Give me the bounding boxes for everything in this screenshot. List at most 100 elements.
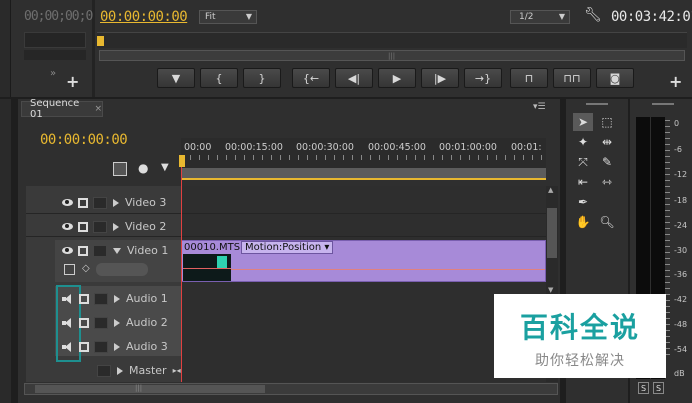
keyframe-line bbox=[231, 269, 545, 270]
hscroll-thumb[interactable] bbox=[35, 385, 265, 393]
speaker-icon[interactable] bbox=[62, 341, 74, 352]
lock-toggle[interactable] bbox=[93, 196, 107, 209]
lift-button[interactable]: ⊓ bbox=[510, 68, 548, 88]
playhead-marker[interactable] bbox=[179, 155, 185, 167]
keyframe-nav-icon[interactable]: ◇ bbox=[82, 263, 90, 274]
track-audio-3[interactable]: Audio 3 bbox=[62, 340, 187, 353]
keyframe-nav-control[interactable] bbox=[96, 263, 148, 276]
track-audio-1[interactable]: Audio 1 bbox=[62, 292, 187, 305]
vu-scale-label: -48 bbox=[674, 320, 688, 329]
tools-grip bbox=[586, 103, 608, 105]
track-video-3[interactable]: Video 3 bbox=[62, 196, 187, 209]
track-select-tool-icon[interactable]: ⬚ bbox=[597, 113, 617, 131]
solo-right-button[interactable]: S bbox=[653, 382, 664, 394]
work-area-bar[interactable] bbox=[181, 168, 546, 180]
add-marker-button[interactable]: ▼ bbox=[157, 68, 195, 88]
lock-toggle[interactable] bbox=[97, 364, 111, 377]
marker-bulb-icon[interactable]: ● bbox=[138, 161, 148, 175]
watermark-subtitle: 助你轻松解决 bbox=[535, 353, 625, 369]
timeline-hscroll[interactable]: ||| bbox=[24, 383, 558, 395]
filmstrip-icon[interactable] bbox=[79, 293, 89, 304]
slide-tool-icon[interactable]: ⇿ bbox=[597, 173, 617, 191]
chevron-right-icon[interactable] bbox=[113, 198, 119, 207]
filmstrip-icon[interactable] bbox=[79, 317, 89, 328]
filmstrip-icon[interactable] bbox=[78, 245, 88, 256]
ruler-label: 00:00:30:00 bbox=[296, 142, 354, 153]
timeline-ruler[interactable]: 00:00 00:00:15:00 00:00:30:00 00:00:45:0… bbox=[181, 138, 546, 180]
video-clip[interactable]: 00010.MTS Motion:Position ▾ bbox=[181, 240, 546, 282]
export-frame-button[interactable]: ◙ bbox=[596, 68, 634, 88]
lock-toggle[interactable] bbox=[94, 292, 108, 305]
track-audio-2[interactable]: Audio 2 bbox=[62, 316, 187, 329]
mark-out-button[interactable]: } bbox=[243, 68, 281, 88]
track-video-2[interactable]: Video 2 bbox=[62, 220, 187, 233]
snap-icon[interactable] bbox=[113, 162, 127, 176]
extract-button[interactable]: ⊓⊓ bbox=[553, 68, 591, 88]
solo-left-button[interactable]: S bbox=[638, 382, 649, 394]
rate-stretch-tool-icon[interactable]: ⤧ bbox=[573, 153, 593, 171]
add-button-icon[interactable]: + bbox=[66, 72, 79, 91]
left-scroll[interactable] bbox=[0, 0, 11, 97]
clip-effect-dropdown[interactable]: Motion:Position ▾ bbox=[241, 241, 334, 254]
wrench-icon[interactable]: 🔧︎ bbox=[584, 7, 602, 23]
eye-icon[interactable] bbox=[62, 199, 73, 206]
left-scroll-lower[interactable] bbox=[0, 99, 11, 403]
slip-tool-icon[interactable]: ⇤ bbox=[573, 173, 593, 191]
program-playhead-marker[interactable] bbox=[97, 36, 104, 46]
chevron-right-icon[interactable] bbox=[114, 294, 120, 303]
vu-scale-label: -30 bbox=[674, 246, 688, 255]
filmstrip-icon[interactable] bbox=[78, 221, 88, 232]
program-timecode[interactable]: 00:00:00:00 bbox=[100, 9, 188, 25]
lock-toggle[interactable] bbox=[94, 340, 108, 353]
source-timecode[interactable]: 00;00;00;0 bbox=[24, 9, 93, 24]
chevron-right-icon[interactable] bbox=[114, 318, 120, 327]
scroll-down-icon[interactable]: ▼ bbox=[548, 286, 553, 294]
resolution-dropdown[interactable]: 1/2 ▼ bbox=[510, 10, 570, 24]
play-button[interactable]: ▶ bbox=[378, 68, 416, 88]
source-timebar[interactable] bbox=[24, 32, 86, 48]
ruler-label: 00:00:45:00 bbox=[368, 142, 426, 153]
pen-tool-icon[interactable]: ✒ bbox=[573, 193, 593, 211]
filmstrip-icon[interactable] bbox=[79, 341, 89, 352]
selection-tool-icon[interactable]: ➤ bbox=[573, 113, 593, 131]
ripple-edit-tool-icon[interactable]: ✦ bbox=[573, 133, 593, 151]
chevron-right-icon[interactable]: » bbox=[50, 68, 56, 79]
eye-icon[interactable] bbox=[62, 247, 73, 254]
hand-tool-icon[interactable]: ✋ bbox=[573, 213, 593, 231]
lock-toggle[interactable] bbox=[93, 244, 107, 257]
close-icon[interactable]: × bbox=[94, 104, 102, 114]
camera-icon: ◙ bbox=[609, 71, 621, 85]
razor-tool-icon[interactable]: ✎ bbox=[597, 153, 617, 171]
track-video-1[interactable]: Video 1 bbox=[62, 244, 187, 257]
program-time-ruler[interactable] bbox=[97, 32, 687, 48]
go-to-in-button[interactable]: {← bbox=[292, 68, 330, 88]
step-forward-button[interactable]: |▶ bbox=[421, 68, 459, 88]
rolling-edit-tool-icon[interactable]: ⇹ bbox=[597, 133, 617, 151]
chevron-right-icon[interactable] bbox=[113, 222, 119, 231]
chevron-right-icon[interactable] bbox=[117, 366, 123, 375]
scroll-thumb[interactable] bbox=[547, 208, 557, 258]
speaker-icon[interactable] bbox=[62, 293, 74, 304]
chevron-right-icon[interactable] bbox=[114, 342, 120, 351]
add-marker-icon[interactable]: ▼ bbox=[161, 162, 169, 173]
eye-icon[interactable] bbox=[62, 223, 73, 230]
step-back-button[interactable]: ◀| bbox=[335, 68, 373, 88]
go-to-out-button[interactable]: →} bbox=[464, 68, 502, 88]
program-zoom-bar[interactable]: ||| bbox=[99, 50, 685, 61]
lock-toggle[interactable] bbox=[93, 220, 107, 233]
chevron-down-icon[interactable] bbox=[113, 247, 121, 254]
filmstrip-icon[interactable] bbox=[78, 197, 88, 208]
add-button-icon[interactable]: + bbox=[669, 72, 682, 91]
tab-sequence-01[interactable]: Sequence 01 × bbox=[21, 98, 103, 120]
sequence-timecode[interactable]: 00:00:00:00 bbox=[40, 132, 128, 148]
scroll-up-icon[interactable]: ▲ bbox=[548, 186, 553, 194]
keyframe-display-icon[interactable] bbox=[64, 264, 75, 275]
mark-in-button[interactable]: { bbox=[200, 68, 238, 88]
mark-out-icon: } bbox=[258, 71, 266, 85]
zoom-tool-icon[interactable]: 🔍︎ bbox=[597, 213, 617, 231]
track-master[interactable]: Master ▸◂ bbox=[62, 364, 187, 377]
panel-menu-icon[interactable]: ▾☰ bbox=[533, 102, 546, 112]
lock-toggle[interactable] bbox=[94, 316, 108, 329]
fit-dropdown[interactable]: Fit ▼ bbox=[199, 10, 257, 24]
speaker-icon[interactable] bbox=[62, 317, 74, 328]
